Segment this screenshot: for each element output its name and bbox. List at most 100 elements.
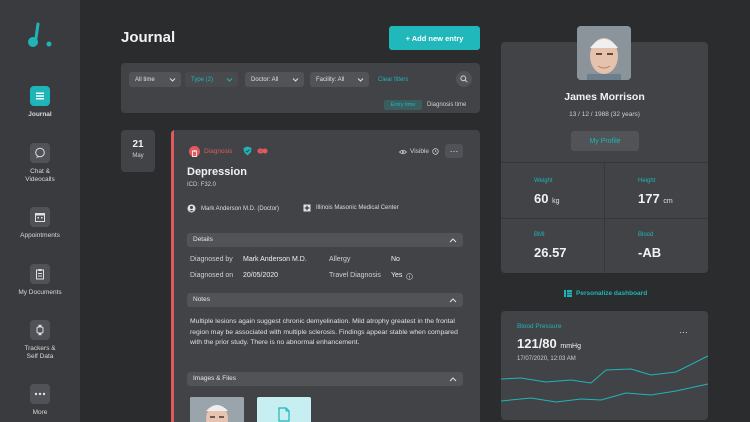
personalize-label: Personalize dashboard (576, 290, 648, 297)
clock-icon (432, 148, 439, 155)
bmi-value: 26.57 (534, 245, 567, 260)
sidebar-item-label: My Documents (18, 289, 62, 296)
sidebar-item-label: Trackers & Self Data (24, 345, 56, 360)
facility-name: Illinois Masonic Medical Center (316, 205, 399, 211)
entry-date: 21 May (121, 130, 155, 172)
sidebar-item-more[interactable]: More (0, 384, 80, 417)
sidebar-item-label: Chat & Videocalls (25, 168, 55, 183)
sidebar-item-documents[interactable]: My Documents (0, 264, 80, 297)
my-profile-button[interactable]: My Profile (571, 131, 639, 151)
sidebar-item-journal[interactable]: Journal (0, 86, 80, 119)
sidebar-item-chat[interactable]: Chat & Videocalls (0, 143, 80, 184)
doctor-filter[interactable]: Doctor: All (245, 72, 304, 87)
chevron-down-icon (226, 78, 233, 82)
bp-more-button[interactable]: … (679, 325, 688, 335)
eye-icon (399, 149, 407, 154)
facility-filter-label: Facility: All (316, 76, 345, 83)
bp-unit: mmHg (560, 343, 582, 350)
files-header-label: Images & Files (193, 375, 236, 382)
documents-icon (30, 264, 50, 284)
tracker-icon (30, 320, 50, 340)
more-icon (30, 384, 50, 404)
chevron-up-icon (449, 298, 457, 303)
weight-label: Weight (534, 178, 553, 184)
filter-bar: All time Type (2) Doctor: All Facility: … (121, 63, 480, 113)
sidebar-item-label: Journal (28, 111, 52, 118)
sidebar-item-label: More (32, 409, 48, 416)
allergy-label: Allergy (329, 256, 351, 263)
blood-value: -AB (638, 245, 662, 260)
calendar-icon (30, 207, 50, 227)
patient-name: James Morrison (564, 91, 645, 103)
allergy-value: No (391, 256, 400, 263)
search-icon[interactable] (456, 71, 472, 87)
divider (501, 218, 708, 219)
clear-filters-link[interactable]: Clear filters (378, 77, 408, 83)
chat-icon (30, 143, 50, 163)
info-icon[interactable] (406, 273, 413, 280)
sort-diagnosis-time[interactable]: Diagnosis time (427, 100, 466, 110)
notes-header-label: Notes (193, 296, 210, 303)
app-logo (28, 22, 52, 47)
height-unit: cm (663, 198, 673, 205)
bp-label: Blood Pressure (517, 323, 562, 330)
sidebar-item-appointments[interactable]: Appointments (0, 207, 80, 240)
sort-entry-time[interactable]: Entry time (384, 100, 422, 110)
entry-accent-bar (171, 130, 174, 422)
personalize-dashboard-link[interactable]: Personalize dashboard (564, 290, 647, 297)
details-header-label: Details (193, 236, 213, 243)
entry-more-button[interactable]: … (445, 144, 463, 158)
weight-value: 60 kg (534, 191, 560, 206)
page-title: Journal (121, 29, 176, 46)
details-section-header[interactable]: Details (187, 233, 463, 247)
entry-type-label: Diagnosis (204, 148, 233, 155)
sidebar-item-trackers[interactable]: Trackers & Self Data (0, 320, 80, 361)
chevron-down-icon (292, 78, 299, 82)
type-filter-label: Type (2) (191, 76, 214, 83)
visibility-toggle[interactable]: Visible (399, 148, 439, 155)
patient-dob: 13 / 12 / 1988 (32 years) (569, 111, 640, 118)
diagnosed-by-label: Diagnosed by (190, 256, 233, 263)
diagnosed-by-value: Mark Anderson M.D. (243, 256, 307, 263)
files-section-header[interactable]: Images & Files (187, 372, 463, 386)
icd-code: ICD: F32.0 (187, 182, 217, 188)
visibility-label: Visible (410, 148, 430, 155)
weight-number: 60 (534, 191, 549, 206)
height-value: 177 cm (638, 191, 673, 206)
time-filter[interactable]: All time (129, 72, 181, 87)
journal-entry-card[interactable]: Diagnosis Visible … Depression ICD: F32.… (171, 130, 480, 422)
avatar (577, 26, 631, 80)
sidebar-item-label: Appointments (20, 232, 60, 239)
facility-info: Illinois Masonic Medical Center (303, 204, 399, 212)
chevron-down-icon (169, 78, 176, 82)
blood-pressure-card[interactable]: Blood Pressure … 121/80 mmHg 17/07/2020,… (501, 311, 708, 420)
type-filter[interactable]: Type (2) (185, 72, 238, 87)
weight-unit: kg (552, 198, 560, 205)
travel-label: Travel Diagnosis (329, 272, 381, 279)
shield-icon (243, 146, 252, 156)
medication-icon (257, 148, 268, 154)
bp-number: 121/80 (517, 336, 557, 351)
diagnosis-title: Depression (187, 166, 247, 178)
entry-day: 21 (132, 139, 144, 150)
sidebar: Journal Chat & Videocalls Appointments M… (0, 0, 80, 422)
bp-sparkline (501, 355, 708, 403)
image-thumbnail[interactable] (190, 397, 244, 422)
bp-diastolic-line (501, 383, 708, 403)
facility-filter[interactable]: Facility: All (310, 72, 369, 87)
chevron-up-icon (449, 238, 457, 243)
notes-section-header[interactable]: Notes (187, 293, 463, 307)
diagnosed-on-value: 20/05/2020 (243, 272, 279, 279)
bp-systolic-line (501, 355, 708, 384)
file-thumbnail[interactable] (257, 397, 311, 422)
doctor-icon (187, 204, 196, 213)
travel-value: Yes (391, 272, 403, 279)
bp-value: 121/80 mmHg (517, 336, 581, 351)
chevron-down-icon (357, 78, 364, 82)
diagnosed-on-label: Diagnosed on (190, 272, 234, 279)
add-entry-button[interactable]: + Add new entry (389, 26, 480, 50)
height-label: Height (638, 178, 656, 184)
document-icon (278, 407, 290, 422)
dashboard-icon (564, 290, 572, 297)
doctor-filter-label: Doctor: All (251, 76, 279, 83)
